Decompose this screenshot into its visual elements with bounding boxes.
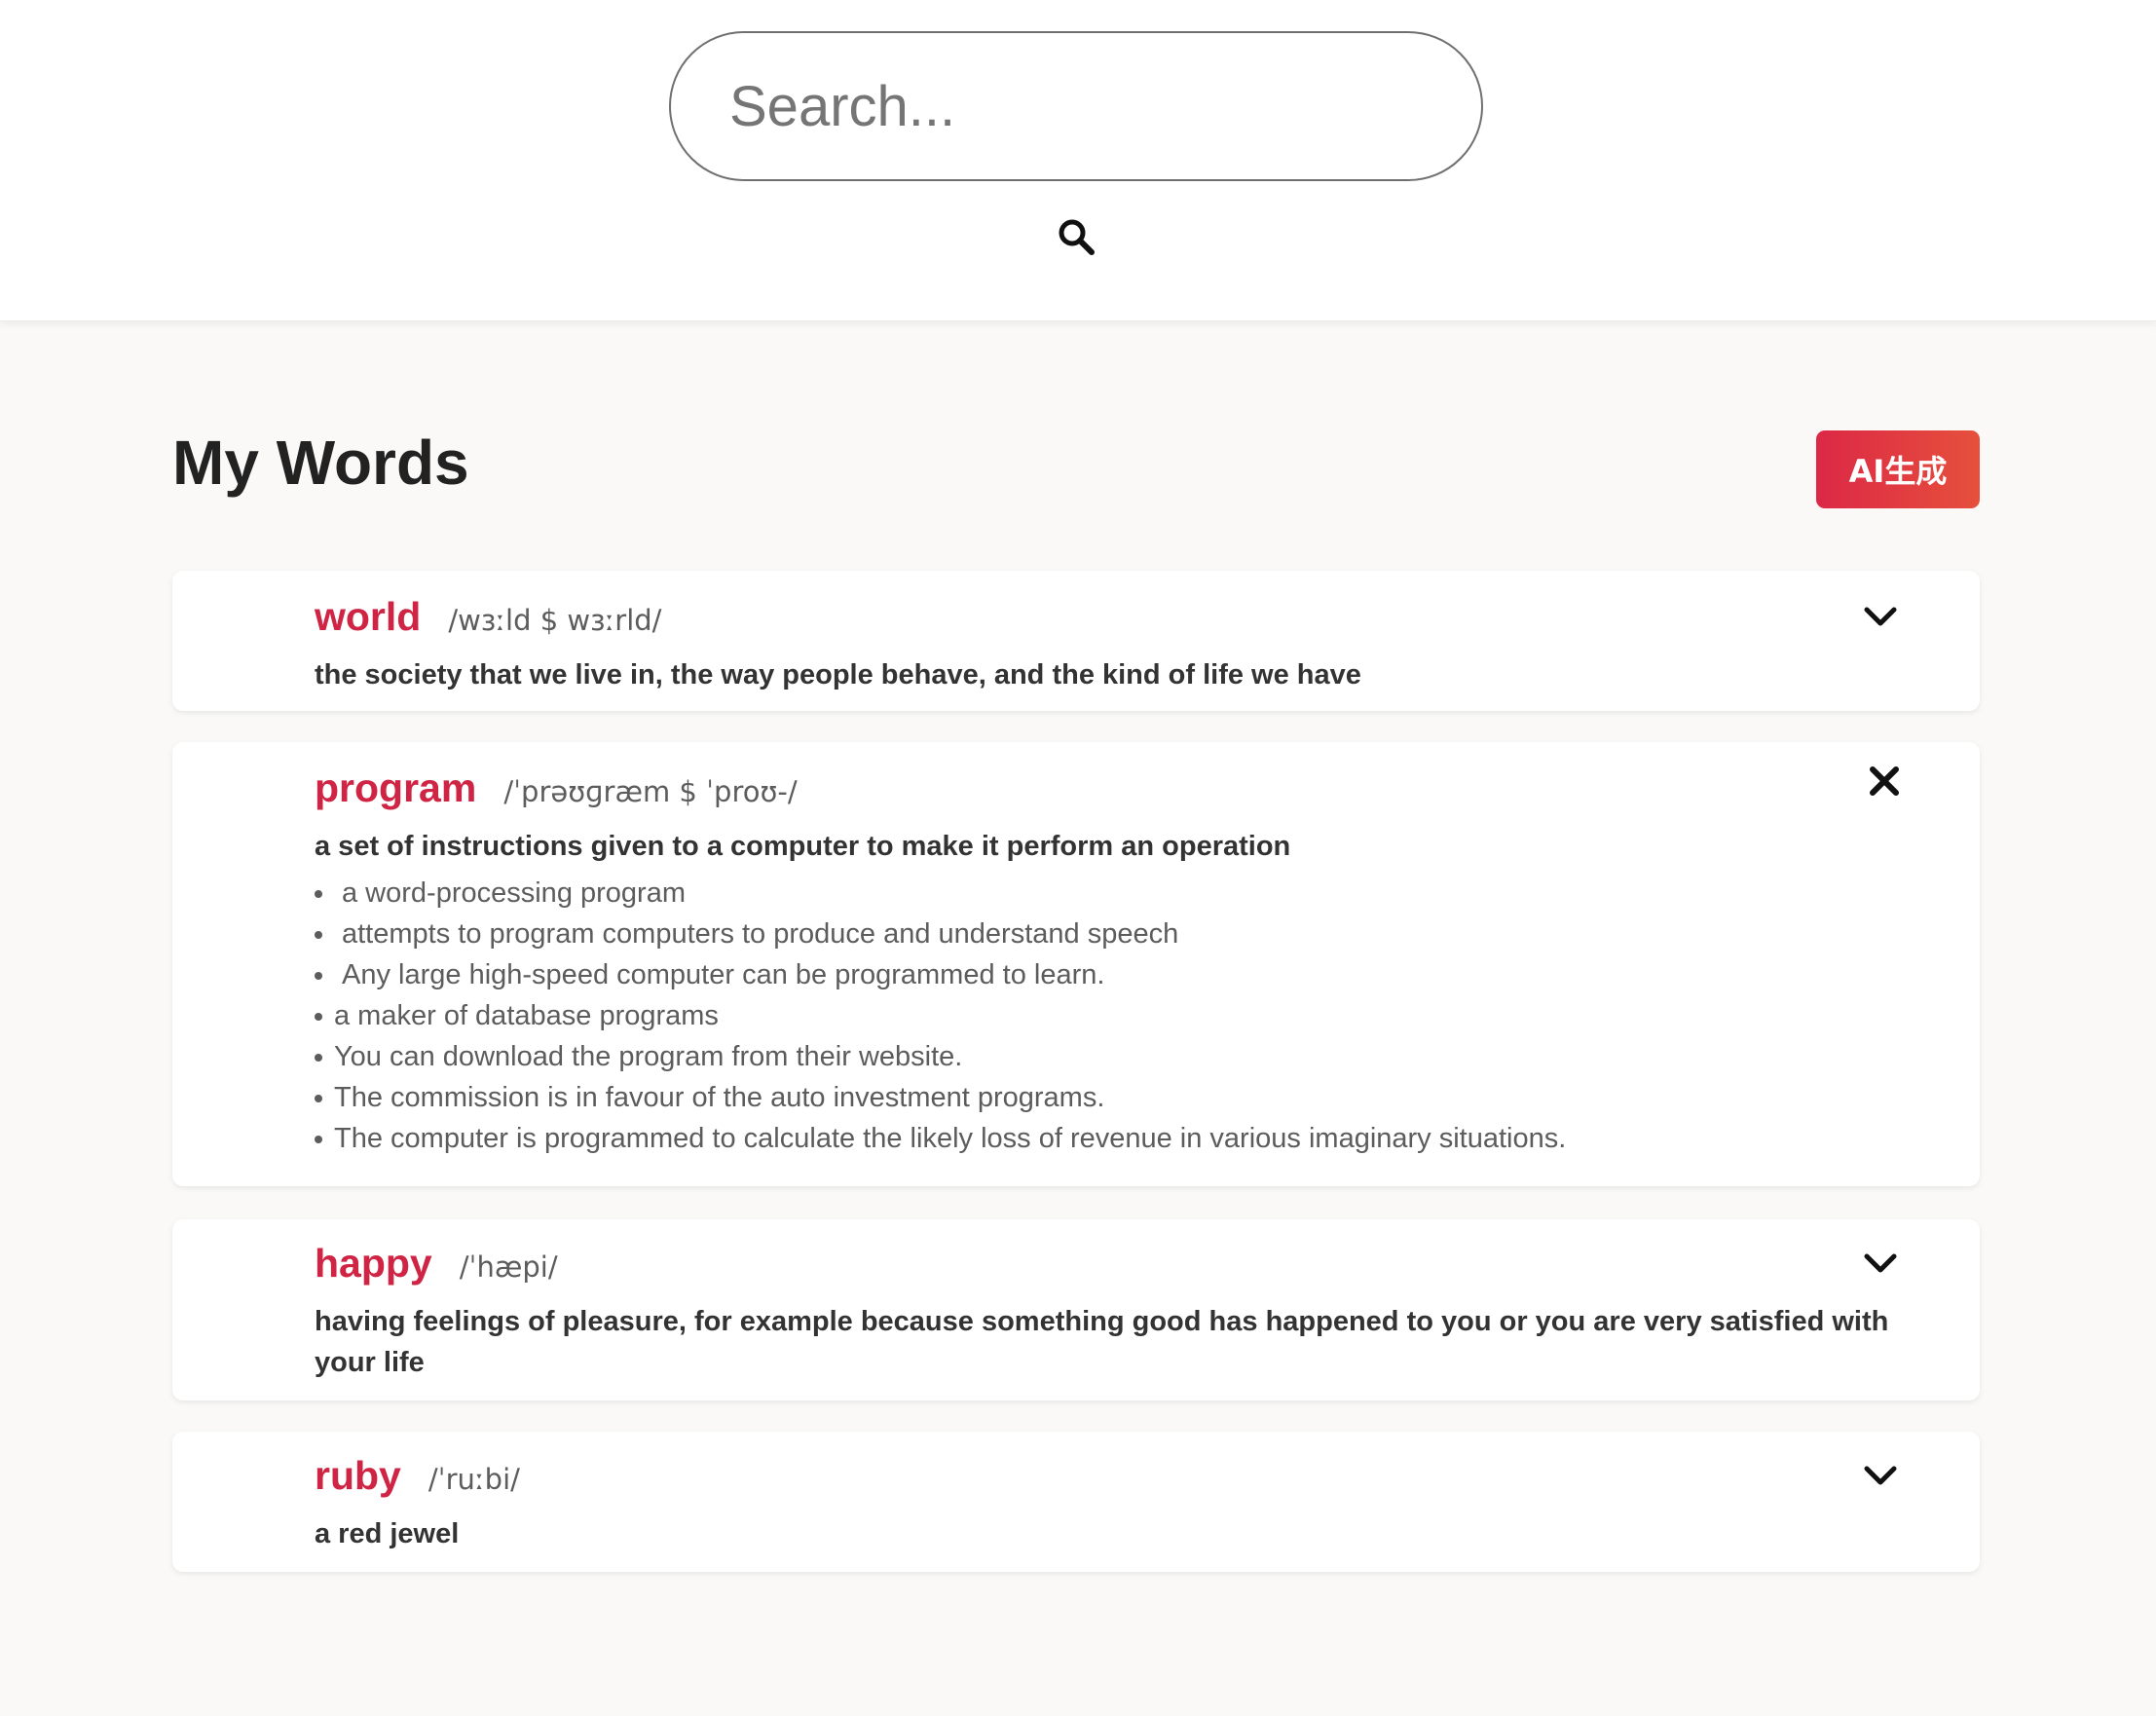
chevron-down-icon	[1864, 1466, 1897, 1485]
word-definition: the society that we live in, the way peo…	[315, 659, 1361, 690]
word-header: happy /ˈhæpi/	[315, 1241, 558, 1287]
search-button[interactable]	[1056, 216, 1098, 259]
word-definition: a red jewel	[315, 1518, 460, 1549]
word-phonetic: /ˈprəʊɡræm $ ˈproʊ-/	[503, 775, 798, 808]
word-title: ruby	[315, 1453, 401, 1498]
word-definition: having feelings of pleasure, for example…	[315, 1306, 1889, 1378]
close-icon	[1870, 766, 1899, 796]
example-item: Any large high-speed computer can be pro…	[315, 954, 1566, 995]
example-item: a maker of database programs	[315, 995, 1566, 1036]
word-card-ruby[interactable]: ruby /ˈruːbi/ a red jewel	[172, 1432, 1980, 1572]
example-item: The computer is programmed to calculate …	[315, 1118, 1566, 1159]
expand-toggle[interactable]	[1859, 1455, 1902, 1498]
page-title: My Words	[172, 428, 469, 498]
word-phonetic: /wɜːld $ wɜːrld/	[448, 604, 662, 637]
example-item: You can download the program from their …	[315, 1036, 1566, 1077]
word-title: program	[315, 765, 477, 810]
word-card-world[interactable]: world /wɜːld $ wɜːrld/ the society that …	[172, 571, 1980, 711]
word-header: program /ˈprəʊɡræm $ ˈproʊ-/	[315, 765, 798, 811]
word-phonetic: /ˈhæpi/	[459, 1250, 558, 1284]
example-item: attempts to program computers to produce…	[315, 914, 1566, 954]
word-header: world /wɜːld $ wɜːrld/	[315, 594, 661, 640]
word-definition: a set of instructions given to a compute…	[315, 831, 1291, 862]
expand-toggle[interactable]	[1859, 596, 1902, 639]
collapse-toggle[interactable]	[1863, 760, 1906, 802]
example-item: a word-processing program	[315, 873, 1566, 914]
search-input[interactable]	[669, 31, 1483, 181]
example-item: The commission is in favour of the auto …	[315, 1077, 1566, 1118]
word-phonetic: /ˈruːbi/	[427, 1463, 520, 1496]
chevron-down-icon	[1864, 607, 1897, 626]
word-card-program[interactable]: program /ˈprəʊɡræm $ ˈproʊ-/ a set of in…	[172, 742, 1980, 1186]
example-list: a word-processing program attempts to pr…	[315, 873, 1566, 1159]
ai-generate-button[interactable]: AI生成	[1816, 430, 1980, 508]
word-title: world	[315, 594, 422, 639]
top-search-bar	[0, 0, 2156, 321]
chevron-down-icon	[1864, 1253, 1897, 1273]
word-card-happy[interactable]: happy /ˈhæpi/ having feelings of pleasur…	[172, 1219, 1980, 1400]
search-icon	[1059, 219, 1095, 255]
word-header: ruby /ˈruːbi/	[315, 1453, 520, 1499]
word-title: happy	[315, 1241, 432, 1286]
expand-toggle[interactable]	[1859, 1243, 1902, 1286]
